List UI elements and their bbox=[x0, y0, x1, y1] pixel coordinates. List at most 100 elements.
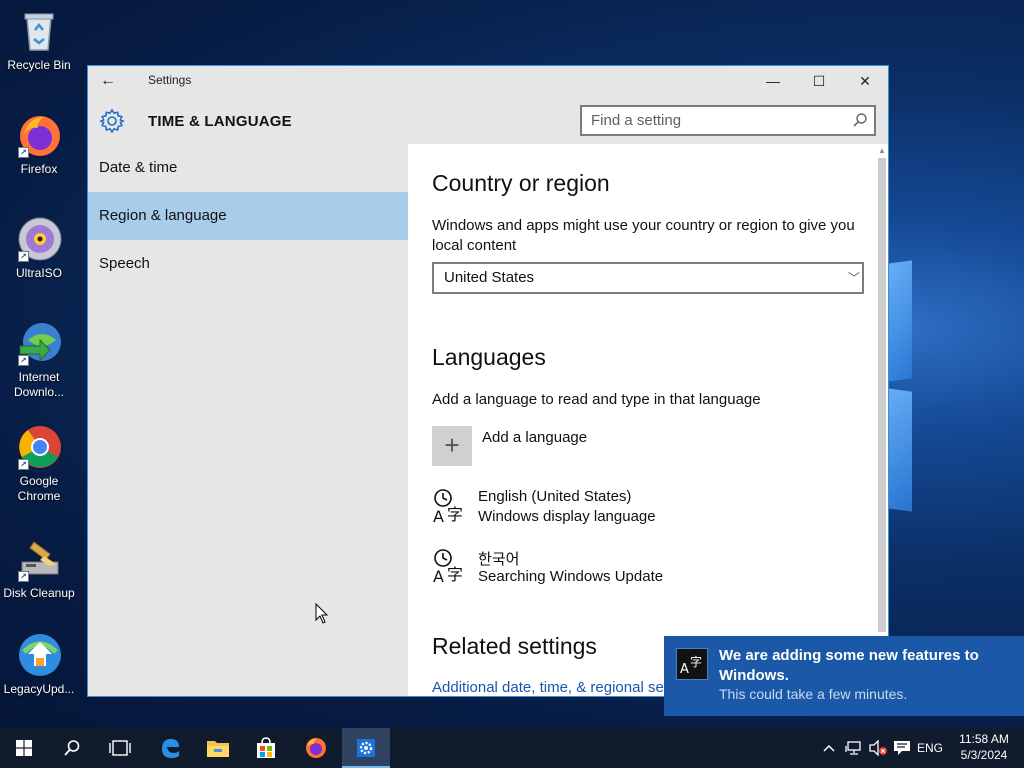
task-view-icon bbox=[109, 740, 131, 756]
related-settings-heading: Related settings bbox=[432, 633, 597, 659]
windows-start-icon bbox=[16, 740, 32, 756]
shortcut-arrow-icon: ↗ bbox=[18, 251, 29, 262]
language-name: English (United States) bbox=[478, 488, 632, 505]
clock-time: 11:58 AM bbox=[959, 732, 1009, 746]
sidebar-item-region-language[interactable]: Region & language bbox=[88, 192, 408, 240]
language-status: Searching Windows Update bbox=[478, 568, 664, 585]
taskbar-file-explorer[interactable] bbox=[194, 728, 242, 768]
recycle-bin-icon bbox=[16, 8, 62, 54]
store-icon bbox=[257, 737, 275, 758]
languages-description: Add a language to read and type in that … bbox=[432, 391, 761, 408]
desktop-icon-internet-download-manager[interactable]: ↗ Internet Downlo... bbox=[2, 320, 76, 400]
additional-regional-settings-link[interactable]: Additional date, time, & regional settin… bbox=[432, 679, 700, 696]
close-icon: ✕ bbox=[859, 73, 871, 89]
chrome-icon: ↗ bbox=[16, 424, 62, 470]
taskbar-firefox[interactable] bbox=[292, 728, 340, 768]
language-name: 한국어 bbox=[478, 551, 520, 568]
settings-window: ← Settings — ☐ ✕ TIME & LANGUAGE Find a … bbox=[87, 65, 889, 697]
sidebar-item-date-time[interactable]: Date & time bbox=[88, 144, 408, 192]
desktop-icon-ultraiso[interactable]: ↗ UltraISO bbox=[2, 216, 76, 281]
desktop-icon-label: Firefox bbox=[20, 162, 58, 176]
taskbar-clock[interactable]: 11:58 AM 5/3/2024 bbox=[948, 731, 1020, 763]
svg-text:A: A bbox=[433, 507, 444, 526]
shortcut-arrow-icon: ↗ bbox=[18, 355, 29, 366]
folder-icon bbox=[207, 741, 229, 757]
search-box[interactable] bbox=[580, 105, 876, 136]
minimize-icon: — bbox=[766, 73, 780, 89]
desktop-icon-disk-cleanup[interactable]: ↗ Disk Cleanup bbox=[2, 536, 76, 601]
ultraiso-icon: ↗ bbox=[16, 216, 62, 262]
desktop-icon-label: Google Chrome bbox=[17, 474, 61, 503]
svg-text:A: A bbox=[680, 662, 689, 677]
desktop-icon-chrome[interactable]: ↗ Google Chrome bbox=[2, 424, 76, 504]
search-icon[interactable] bbox=[852, 112, 868, 128]
maximize-button[interactable]: ☐ bbox=[796, 66, 842, 96]
country-region-selected: United States bbox=[444, 269, 535, 286]
language-icon: A 字 bbox=[432, 488, 468, 528]
task-view-button[interactable] bbox=[96, 728, 144, 768]
scrollbar[interactable]: ▲ bbox=[876, 144, 888, 696]
content-pane: Country or region Windows and apps might… bbox=[408, 144, 876, 696]
taskbar-store[interactable] bbox=[242, 728, 290, 768]
firefox-icon bbox=[306, 738, 326, 758]
sidebar-item-speech[interactable]: Speech bbox=[88, 240, 408, 288]
desktop-icon-label: UltraISO bbox=[15, 266, 62, 280]
search-input[interactable] bbox=[582, 107, 842, 134]
desktop-icon-firefox[interactable]: ↗ Firefox bbox=[2, 112, 76, 177]
add-language-button[interactable]: + bbox=[432, 426, 472, 466]
volume-muted-icon bbox=[869, 740, 887, 756]
chevron-down-icon: ﹀ bbox=[847, 271, 860, 285]
back-arrow-icon: ← bbox=[100, 72, 116, 89]
search-icon bbox=[64, 740, 80, 756]
languages-heading: Languages bbox=[432, 344, 546, 370]
desktop-icon-label: Internet Downlo... bbox=[13, 370, 65, 399]
notification-toast[interactable]: A 字 We are adding some new features to W… bbox=[664, 636, 1024, 716]
back-button[interactable]: ← bbox=[100, 72, 122, 90]
desktop-icon-label: Recycle Bin bbox=[7, 58, 71, 72]
language-status: Windows display language bbox=[478, 508, 656, 525]
disk-cleanup-icon: ↗ bbox=[16, 536, 62, 582]
notification-icon bbox=[894, 741, 910, 755]
plus-icon: + bbox=[444, 430, 460, 460]
svg-text:A: A bbox=[433, 567, 444, 586]
mouse-cursor-icon bbox=[315, 603, 329, 624]
start-button[interactable] bbox=[0, 728, 48, 768]
add-language-label[interactable]: Add a language bbox=[482, 429, 587, 446]
taskbar: ENG 11:58 AM 5/3/2024 bbox=[0, 728, 1024, 768]
window-titlebar[interactable]: ← Settings — ☐ ✕ bbox=[88, 66, 888, 96]
desktop-icon-label: LegacyUpd... bbox=[3, 682, 75, 696]
svg-text:字: 字 bbox=[447, 505, 463, 524]
window-title: Settings bbox=[148, 73, 192, 87]
taskbar-edge[interactable] bbox=[146, 728, 194, 768]
volume-tray-button[interactable] bbox=[866, 728, 890, 768]
country-region-description: Windows and apps might use your country … bbox=[432, 217, 855, 254]
desktop-icon-recycle-bin[interactable]: Recycle Bin bbox=[2, 8, 76, 73]
close-button[interactable]: ✕ bbox=[842, 66, 888, 96]
action-center-button[interactable] bbox=[890, 728, 914, 768]
taskbar-settings[interactable] bbox=[342, 728, 390, 768]
minimize-button[interactable]: — bbox=[750, 66, 796, 96]
page-title: TIME & LANGUAGE bbox=[148, 113, 292, 130]
desktop-icon-legacy-update[interactable]: LegacyUpd... bbox=[2, 632, 76, 697]
scrollbar-thumb[interactable] bbox=[878, 158, 886, 632]
country-region-dropdown[interactable]: United States ﹀ bbox=[432, 262, 864, 294]
network-icon bbox=[845, 741, 861, 755]
desktop-icon-label: Disk Cleanup bbox=[3, 586, 75, 600]
svg-text:字: 字 bbox=[690, 654, 702, 669]
toast-title: We are adding some new features to Windo… bbox=[719, 647, 979, 684]
shortcut-arrow-icon: ↗ bbox=[18, 571, 29, 582]
internet-download-manager-icon: ↗ bbox=[16, 320, 62, 366]
edge-icon bbox=[162, 739, 179, 758]
search-taskbar-button[interactable] bbox=[48, 728, 96, 768]
network-tray-button[interactable] bbox=[842, 728, 866, 768]
windows-logo-pane bbox=[888, 388, 912, 512]
show-hidden-icons-button[interactable] bbox=[818, 728, 840, 768]
language-item-korean[interactable]: A 字 한국어 Searching Windows Update bbox=[432, 548, 852, 592]
language-features-icon: A 字 bbox=[676, 648, 708, 680]
gear-icon bbox=[357, 739, 375, 757]
shortcut-arrow-icon: ↗ bbox=[18, 459, 29, 470]
input-language-indicator[interactable]: ENG bbox=[914, 728, 946, 768]
language-item-english[interactable]: A 字 English (United States) Windows disp… bbox=[432, 488, 852, 532]
settings-header: TIME & LANGUAGE bbox=[88, 96, 888, 144]
scroll-up-icon[interactable]: ▲ bbox=[876, 146, 888, 156]
